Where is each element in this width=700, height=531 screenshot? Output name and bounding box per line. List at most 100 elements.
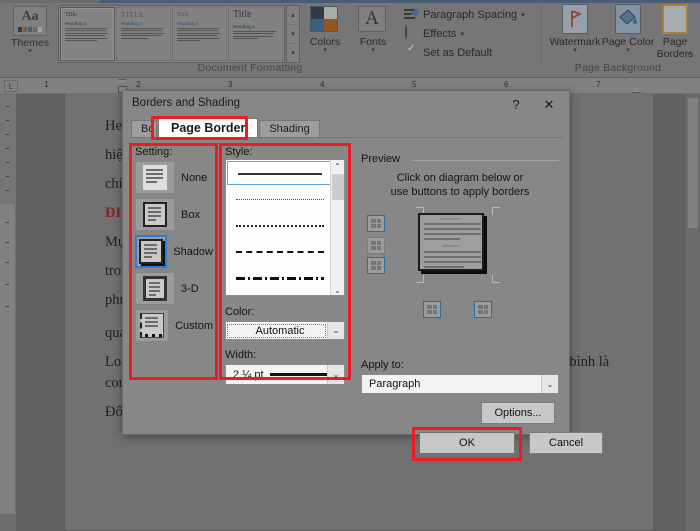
style-option-dash-dot[interactable] [226,264,344,290]
setting-option-3d[interactable]: 3-D [135,270,213,307]
colors-caret-icon[interactable]: ▾ [302,48,348,54]
dialog-title: Borders and Shading [123,91,569,118]
scroll-up-icon[interactable]: ⌃ [331,160,344,173]
setting-option-custom[interactable]: Custom [135,307,213,344]
theme-title: Title [233,11,278,19]
watermark-button[interactable]: Watermark ▾ [548,4,602,54]
tab-shading[interactable]: Shading [259,120,319,138]
vertical-scrollbar[interactable] [686,94,700,531]
style-option-dotted-fine[interactable] [226,186,344,212]
preview-label: Preview [361,153,405,165]
paragraph-spacing-label: Paragraph Spacing [423,9,517,21]
apply-to-label: Apply to: [361,359,559,371]
setting-option-shadow[interactable]: Shadow [135,233,213,270]
apply-to-dropdown[interactable]: Paragraph ⌄ [361,374,559,394]
apply-to-section[interactable]: Apply to: Paragraph ⌄ [361,359,559,394]
setting-option-box[interactable]: Box [135,196,213,233]
color-value: Automatic [227,324,326,338]
collapse-ribbon-icon[interactable]: ⌃ [686,52,694,63]
help-icon[interactable]: ? [507,96,525,114]
paragraph-spacing-dropdown-icon[interactable]: ▾ [521,11,525,19]
options-button[interactable]: Options... [481,402,555,424]
style-label: Style: [225,146,253,158]
theme-title: Title [65,11,110,19]
colors-button[interactable]: Colors ▾ [302,6,348,54]
effects-button[interactable]: Effects ▾ [404,24,532,43]
fonts-button[interactable]: A Fonts ▾ [350,6,396,54]
page-color-button[interactable]: Page Color ▾ [601,4,655,54]
themes-button[interactable]: Aa Themes ▾ [8,6,52,62]
middle-border-button[interactable] [367,237,385,254]
style-panel[interactable]: ⌃ ⌄ Color: Automatic ⌄ Width: 2 ¼ pt ⌄ [225,159,345,385]
gallery-more-icon[interactable]: ▾ [287,44,299,62]
tab-page-border[interactable]: Page Border [158,118,258,138]
themes-caret-icon[interactable]: ▾ [8,49,52,55]
preview-diagram[interactable] [361,205,559,325]
ok-button[interactable]: OK [419,432,515,454]
apply-to-arrow-icon[interactable]: ⌄ [541,375,558,393]
width-dropdown[interactable]: 2 ¼ pt ⌄ [225,364,345,385]
ribbon: Aa Themes ▾ Title Heading 1 TITLE Headin… [0,0,700,78]
theme-heading: Heading 1 [233,24,278,29]
style-scroll-thumb[interactable] [332,174,344,200]
right-border-button[interactable] [474,301,492,318]
style-option-dashed[interactable] [226,238,344,264]
setting-option-none[interactable]: None [135,159,213,196]
style-list-scrollbar[interactable]: ⌃ ⌄ [330,160,344,296]
theme-thumbnail[interactable]: Title Heading 1 [228,7,283,61]
borders-and-shading-dialog[interactable]: Borders and Shading ? ✕ Bo Page Border S… [122,90,570,435]
setting-label-3d: 3-D [181,283,199,295]
top-border-button[interactable] [367,215,385,232]
right-indent-marker[interactable] [632,86,641,93]
color-dropdown-arrow-icon[interactable]: ⌄ [327,322,344,339]
word-application-window: Aa Themes ▾ Title Heading 1 TITLE Headin… [0,0,700,531]
effects-icon [404,26,419,41]
watermark-icon [562,4,588,34]
theme-thumbnail[interactable]: Title Heading 1 [60,7,115,61]
paragraph-spacing-button[interactable]: Paragraph Spacing ▾ [404,5,532,24]
set-as-default-label: Set as Default [423,47,492,59]
set-as-default-icon [404,45,419,60]
close-icon[interactable]: ✕ [537,96,561,114]
width-sample-line [270,373,327,376]
theme-thumbnail[interactable]: TITLE Heading 1 [116,7,171,61]
color-dropdown[interactable]: Automatic ⌄ [225,321,345,340]
scrollbar-thumb[interactable] [688,98,698,228]
style-option-dotted[interactable] [226,212,344,238]
apply-to-value: Paragraph [362,378,541,390]
color-label: Color: [225,306,345,318]
vertical-ruler[interactable] [0,94,16,514]
gallery-scroll-down-icon[interactable]: ▾ [287,25,299,44]
gallery-scroll-up-icon[interactable]: ▴ [287,6,299,25]
theme-gallery[interactable]: Title Heading 1 TITLE Heading 1 Title He… [58,5,285,63]
effects-label: Effects [423,28,456,40]
dialog-tabs[interactable]: Bo Page Border Shading [131,118,321,138]
preview-section[interactable]: Preview Click on diagram below or use bu… [361,153,559,383]
theme-thumbnail[interactable]: Title Heading 1 [172,7,227,61]
setting-options[interactable]: None Box Shadow 3-D [135,159,213,344]
watermark-caret-icon[interactable]: ▾ [548,48,602,54]
scroll-down-icon[interactable]: ⌄ [331,284,344,296]
gallery-scroll-buttons[interactable]: ▴ ▾ ▾ [286,5,300,63]
fonts-caret-icon[interactable]: ▾ [350,48,396,54]
tab-stop-selector[interactable]: L [4,80,18,92]
ruler-number: 5 [412,80,416,89]
preview-hint-line1: Click on diagram below or [361,171,559,185]
style-list[interactable]: ⌃ ⌄ [225,159,345,296]
setting-label-custom: Custom [175,320,213,332]
tab-borders[interactable]: Bo [131,120,157,138]
bottom-border-button[interactable] [367,257,385,274]
document-formatting-group-label: Document Formatting [150,62,350,74]
style-option-solid[interactable] [227,161,343,185]
preview-page[interactable] [418,213,484,271]
cancel-button[interactable]: Cancel [529,432,603,454]
set-as-default-button[interactable]: Set as Default [404,43,532,62]
box-preview-icon [143,202,167,227]
left-border-button[interactable] [423,301,441,318]
width-dropdown-arrow-icon[interactable]: ⌄ [327,365,344,384]
first-line-indent-marker[interactable] [118,79,127,85]
setting-label-none: None [181,172,207,184]
setting-label-shadow: Shadow [173,246,213,258]
page-color-caret-icon[interactable]: ▾ [601,48,655,54]
effects-dropdown-icon[interactable]: ▾ [460,30,464,38]
